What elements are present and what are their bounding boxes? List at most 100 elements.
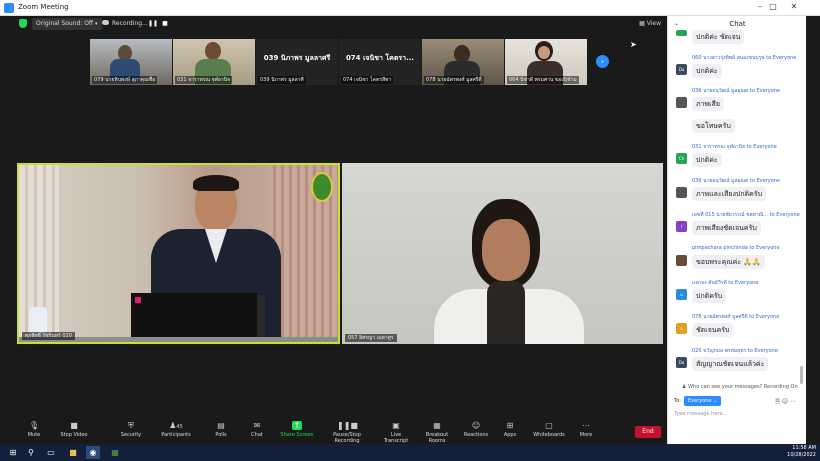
system-clock[interactable]: 11:58 AM 10/28/2022 bbox=[787, 445, 816, 459]
file-explorer-icon[interactable]: ■ bbox=[66, 446, 80, 459]
view-button[interactable]: ▦ View bbox=[639, 18, 661, 30]
chat-avatar bbox=[676, 97, 687, 108]
participant-thumbnail[interactable]: 079 นายทินพงษ์ สุภาคุณชื่อ bbox=[90, 39, 172, 85]
chat-scrollbar[interactable] bbox=[800, 366, 803, 384]
chat-message: ปกติค่ะ bbox=[692, 64, 722, 78]
stop-recording-button[interactable]: ■ bbox=[160, 19, 170, 29]
who-can-see-link[interactable]: ♟ Who can see your messages? Recording O… bbox=[682, 384, 798, 390]
more-button[interactable]: ⋯ More bbox=[578, 421, 594, 438]
reactions-button[interactable]: ☺ Reactions bbox=[462, 421, 490, 438]
pause-stop-icon: ❚❚■ bbox=[337, 421, 358, 430]
participant-thumbnail[interactable]: 074 เจนิชา โคตรา... 074 เจนิชา โคตรสีพา bbox=[339, 39, 421, 85]
participant-name: 064 นิชาดี พรมศาน ของนิชำม bbox=[507, 76, 579, 84]
participants-button[interactable]: ♟45 Participants bbox=[159, 421, 193, 438]
chat-sender: 036 นายอนุวัฒน์ มูลอุณต to Everyone bbox=[692, 178, 781, 184]
meeting-area: Original Sound: Off ▾ Recording... ❚❚ ■ … bbox=[14, 16, 667, 418]
participant-video bbox=[19, 165, 338, 342]
breakout-rooms-icon: ▦ bbox=[433, 421, 441, 430]
more-icon[interactable]: ⋯ bbox=[790, 398, 796, 405]
apps-icon: ⊞ bbox=[506, 421, 514, 430]
participant-thumbnail[interactable]: 064 นิชาดี พรมศาน ของนิชำม bbox=[505, 39, 587, 85]
participant-thumbnail[interactable]: 031 จาราทรณ จุฬอานิจ bbox=[173, 39, 255, 85]
participant-name: 031 จาราทรณ จุฬอานิจ bbox=[175, 76, 233, 84]
participant-name: 057 อิศรญา เมตาศูร bbox=[345, 334, 397, 342]
stop-video-button[interactable]: ■ Stop Video bbox=[58, 421, 90, 438]
original-sound-button[interactable]: Original Sound: Off ▾ bbox=[32, 18, 102, 30]
next-page-button[interactable]: › bbox=[596, 55, 609, 68]
chat-message: สัญญาณชัดเจนแล้วค่ะ bbox=[692, 357, 769, 371]
windows-start-icon[interactable]: ⊞ bbox=[6, 446, 20, 459]
meeting-topbar: Original Sound: Off ▾ Recording... ❚❚ ■ … bbox=[14, 16, 667, 32]
cloud-recording-icon bbox=[102, 20, 109, 25]
participants-icon: ♟45 bbox=[169, 421, 183, 430]
emoji-icon[interactable]: ☺ bbox=[782, 398, 788, 405]
chat-sender: เลขที่ 015 นายชัยวรรณ์ ชลพาณิ... to Ever… bbox=[692, 212, 800, 218]
active-speaker-tile[interactable]: ศุภสิทธิ์ วัชรินทร์ 020 bbox=[17, 163, 340, 344]
participant-thumbnail[interactable]: 039 นิภาพร มูลลาศรี 039 นิภาพร มูลลาศี bbox=[256, 39, 338, 85]
chat-avatar: แ bbox=[676, 289, 687, 300]
participant-thumbnail[interactable]: 078 นายฉัตรพงศ์ มูลศรีดี bbox=[422, 39, 504, 85]
emoji-icon: ☺ bbox=[471, 421, 481, 430]
chat-message: ขอบพระคุณค่ะ 🙏🙏 bbox=[692, 255, 765, 269]
live-transcript-button[interactable]: ▣ Live Transcript bbox=[378, 421, 414, 444]
mute-button[interactable]: 🎙 Mute bbox=[24, 421, 44, 438]
chat-title: Chat bbox=[729, 20, 746, 28]
chat-actions: 🗎 ☺ ⋯ bbox=[775, 397, 796, 407]
search-icon[interactable]: ⚲ bbox=[24, 446, 38, 459]
app-taskbar-icon[interactable]: ▦ bbox=[108, 446, 122, 459]
whiteboards-button[interactable]: ▢ Whiteboards bbox=[532, 421, 566, 438]
chat-message: ปกติครับ bbox=[692, 289, 727, 303]
participant-name: ศุภสิทธิ์ วัชรินทร์ 020 bbox=[22, 332, 75, 340]
task-view-icon[interactable]: ▭ bbox=[44, 446, 58, 459]
chat-avatar: อ bbox=[676, 323, 687, 334]
minimize-button[interactable]: – bbox=[753, 2, 767, 11]
chat-avatar bbox=[676, 187, 687, 198]
security-button[interactable]: ⛨ Security bbox=[118, 421, 144, 438]
pause-recording-button[interactable]: ❚❚ bbox=[148, 19, 158, 29]
participant-name: 079 นายทินพงษ์ สุภาคุณชื่อ bbox=[92, 76, 158, 84]
end-meeting-button[interactable]: End bbox=[635, 426, 661, 438]
zoom-logo-icon bbox=[4, 3, 14, 13]
whiteboard-icon: ▢ bbox=[545, 421, 553, 430]
chat-message: ปกติค่ะ ชัดเจน bbox=[692, 30, 745, 44]
chat-message-input[interactable]: Type message here... bbox=[674, 411, 727, 417]
more-dots-icon: ⋯ bbox=[582, 421, 590, 430]
participant-video bbox=[342, 163, 663, 344]
breakout-rooms-button[interactable]: ▦ Breakout Rooms bbox=[417, 421, 457, 444]
pause-stop-recording-button[interactable]: ❚❚■ Pause/Stop Recording bbox=[320, 421, 374, 444]
share-arrow-icon: ↑ bbox=[292, 421, 302, 430]
chat-messages: ปกติค่ะ ชัดเจน 060 นางสาวรุ่งทิพย์ สนองช… bbox=[668, 30, 807, 396]
clock-time: 11:58 AM bbox=[792, 445, 816, 451]
file-icon[interactable]: 🗎 bbox=[775, 398, 780, 405]
participant-display-name: 074 เจนิชา โคตรา... bbox=[345, 54, 415, 62]
chat-message: ชัดเจนครับ bbox=[692, 323, 734, 337]
polls-icon: ▤ bbox=[217, 421, 225, 430]
chat-message: ภาพเสียงชัดเจนครับ bbox=[692, 221, 761, 235]
window-titlebar: Zoom Meeting – □ ✕ bbox=[0, 0, 820, 16]
chat-avatar: Da bbox=[676, 64, 687, 75]
to-label: To: bbox=[674, 398, 681, 404]
chat-avatar bbox=[676, 30, 687, 36]
shield-icon: ⛨ bbox=[128, 421, 134, 430]
share-screen-button[interactable]: ↑ Share Screen bbox=[280, 421, 314, 438]
chat-avatar: I bbox=[676, 221, 687, 232]
close-button[interactable]: ✕ bbox=[787, 2, 801, 11]
zoom-taskbar-icon[interactable]: ◉ bbox=[86, 446, 100, 459]
windows-taskbar: ⊞ ⚲ ▭ ■ ◉ ▦ 11:58 AM 10/28/2022 bbox=[0, 444, 820, 461]
participant-tile[interactable]: 057 อิศรญา เมตาศูร bbox=[342, 163, 663, 344]
chat-sender: แจกจง คันธ์วีรดี to Everyone bbox=[692, 280, 759, 286]
maximize-button[interactable]: □ bbox=[766, 2, 780, 11]
recipient-dropdown[interactable]: Everyone ⌄ bbox=[684, 396, 722, 406]
recording-indicator: Recording... bbox=[98, 18, 152, 30]
chat-button[interactable]: ✉ Chat bbox=[248, 421, 266, 438]
encryption-shield-icon[interactable] bbox=[19, 19, 27, 28]
polls-button[interactable]: ▤ Polls bbox=[212, 421, 230, 438]
chat-message: ปกติค่ะ bbox=[692, 153, 722, 167]
cc-icon: ▣ bbox=[392, 421, 400, 430]
microphone-icon: 🎙 bbox=[29, 421, 40, 430]
chat-sender: pimpachara pinchinda to Everyone bbox=[692, 245, 780, 251]
participant-display-name: 039 นิภาพร มูลลาศรี bbox=[263, 54, 331, 62]
mouse-cursor-icon: ➤ bbox=[630, 40, 637, 49]
window-title: Zoom Meeting bbox=[18, 3, 69, 11]
apps-button[interactable]: ⊞ Apps bbox=[502, 421, 518, 438]
